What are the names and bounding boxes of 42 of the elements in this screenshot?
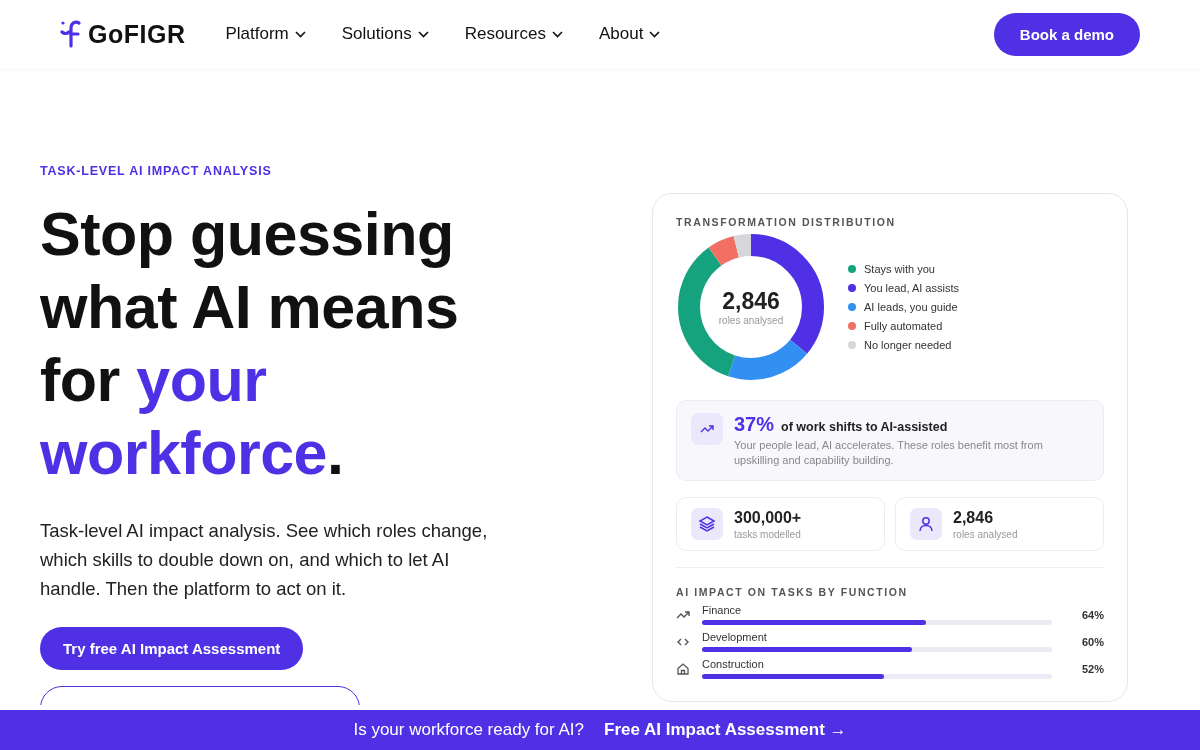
banner-text: Is your workforce ready for AI? xyxy=(353,720,584,740)
function-percent: 60% xyxy=(1081,635,1104,648)
card-title: TRANSFORMATION DISTRIBUTION xyxy=(676,216,897,228)
eyebrow-label: TASK-LEVEL AI IMPACT ANALYSIS xyxy=(40,164,273,178)
logo-text[interactable]: GoFIGR xyxy=(88,19,186,49)
stat-value: 300,000+ xyxy=(734,508,802,527)
house-icon xyxy=(676,661,690,676)
insight-text: Your people lead, AI accelerates. These roles benefit most from upskilling and capability building. xyxy=(734,438,1044,468)
chevron-icon xyxy=(294,30,306,38)
function-name: Development xyxy=(702,631,768,643)
layers-icon xyxy=(698,515,716,533)
chevron-icon xyxy=(551,30,563,38)
nav-menu[interactable]: Solutions xyxy=(341,24,429,44)
insight-value: 37% xyxy=(734,413,775,436)
section-title: AI IMPACT ON TASKS BY FUNCTION xyxy=(676,586,909,598)
nav-menu[interactable]: About xyxy=(598,24,661,44)
legend-label: AI leads, you guide xyxy=(864,301,958,313)
hero-headline: Stop guessing what AI means for your workforce. xyxy=(40,199,460,489)
nav-menu[interactable]: Resources xyxy=(464,24,563,44)
legend-label: You lead, AI assists xyxy=(864,282,959,294)
stat-caption: tasks modelled xyxy=(734,528,802,540)
chevron-icon xyxy=(417,30,429,38)
function-percent: 64% xyxy=(1081,608,1104,621)
hero-description: Task-level AI impact analysis. See which roles change, which skills to double down on, and which to let AI handle. Then the platform to act on it. xyxy=(40,519,489,601)
book-demo-button[interactable]: Book a demo xyxy=(993,12,1140,56)
function-name: Finance xyxy=(702,604,743,616)
function-percent: 52% xyxy=(1081,662,1104,675)
person-icon xyxy=(917,515,935,533)
legend-label: Fully automated xyxy=(864,320,943,332)
legend-label: No longer needed xyxy=(864,339,952,351)
chevron-icon xyxy=(649,30,661,38)
function-name: Construction xyxy=(702,658,765,670)
nav-menu[interactable]: Platform xyxy=(225,24,306,44)
insight-headline: of work shifts to AI-assisted xyxy=(781,420,948,434)
legend-label: Stays with you xyxy=(864,263,935,275)
stat-value: 2,846 xyxy=(953,508,995,527)
stat-caption: roles analysed xyxy=(953,528,1018,540)
donut-caption: roles analysed xyxy=(718,315,784,326)
logo-icon xyxy=(60,19,82,49)
donut-total: 2,846 xyxy=(722,288,780,315)
assessment-link[interactable]: Free AI Impact Assessment → xyxy=(604,720,847,740)
assessment-button[interactable]: Try free AI Impact Assessment xyxy=(40,627,304,670)
